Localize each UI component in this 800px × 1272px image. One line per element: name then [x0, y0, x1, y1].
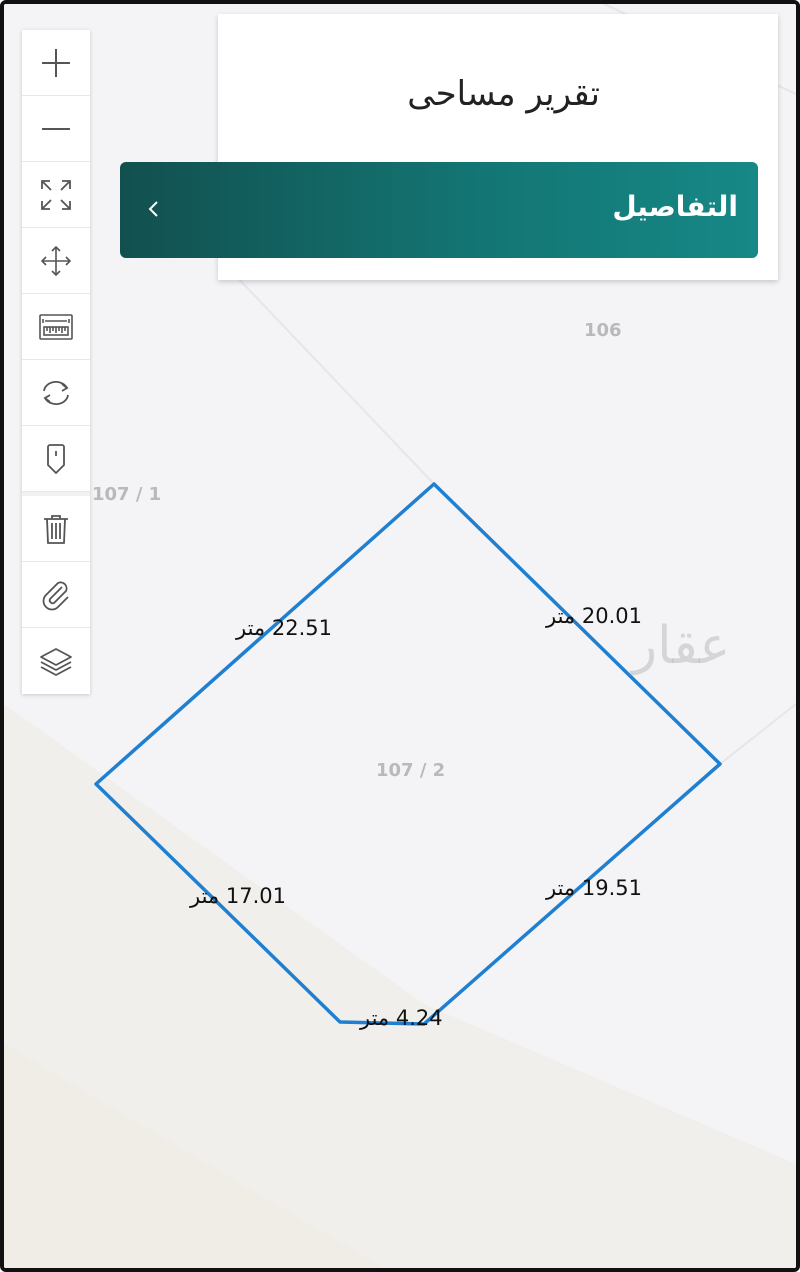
chevron-left-icon: [148, 201, 158, 217]
pan-button[interactable]: [22, 228, 90, 294]
details-label: التفاصيل: [612, 190, 738, 223]
details-button[interactable]: التفاصيل: [120, 162, 758, 258]
map-pin-icon: [47, 443, 65, 474]
parcel-label-west: 107 / 1: [92, 484, 162, 505]
edge-length-south-east: 19.51 متر: [546, 876, 642, 900]
minus-icon: [42, 127, 70, 130]
delete-button[interactable]: [22, 496, 90, 562]
move-arrows-icon: [40, 245, 72, 276]
ruler-icon: [39, 313, 73, 340]
paperclip-icon: [42, 581, 69, 610]
zoom-out-button[interactable]: [22, 96, 90, 162]
report-title: تقرير مساحى: [407, 74, 600, 114]
map-toolbar: [22, 30, 90, 694]
edge-length-north-east: 20.01 متر: [546, 604, 642, 628]
zoom-in-button[interactable]: [22, 30, 90, 96]
layers-icon: [40, 648, 72, 676]
fit-extent-button[interactable]: [22, 162, 90, 228]
expand-icon: [41, 179, 71, 210]
plus-icon: [42, 48, 70, 77]
edge-length-south-west: 17.01 متر: [190, 884, 286, 908]
refresh-button[interactable]: [22, 360, 90, 426]
layers-button[interactable]: [22, 628, 90, 694]
app-frame: عقار 106 107 / 1 107 / 2 22.51 متر 20.01…: [0, 0, 800, 1272]
edge-length-north-west: 22.51 متر: [236, 616, 332, 640]
parcel-label-selected: 107 / 2: [376, 760, 446, 781]
measure-button[interactable]: [22, 294, 90, 360]
attach-button[interactable]: [22, 562, 90, 628]
edge-length-south: 4.24 متر: [360, 1006, 443, 1030]
parcel-label-north: 106: [584, 320, 622, 341]
trash-icon: [44, 514, 68, 544]
refresh-icon: [43, 380, 69, 405]
marker-button[interactable]: [22, 426, 90, 492]
watermark-logo: عقار: [632, 616, 731, 676]
